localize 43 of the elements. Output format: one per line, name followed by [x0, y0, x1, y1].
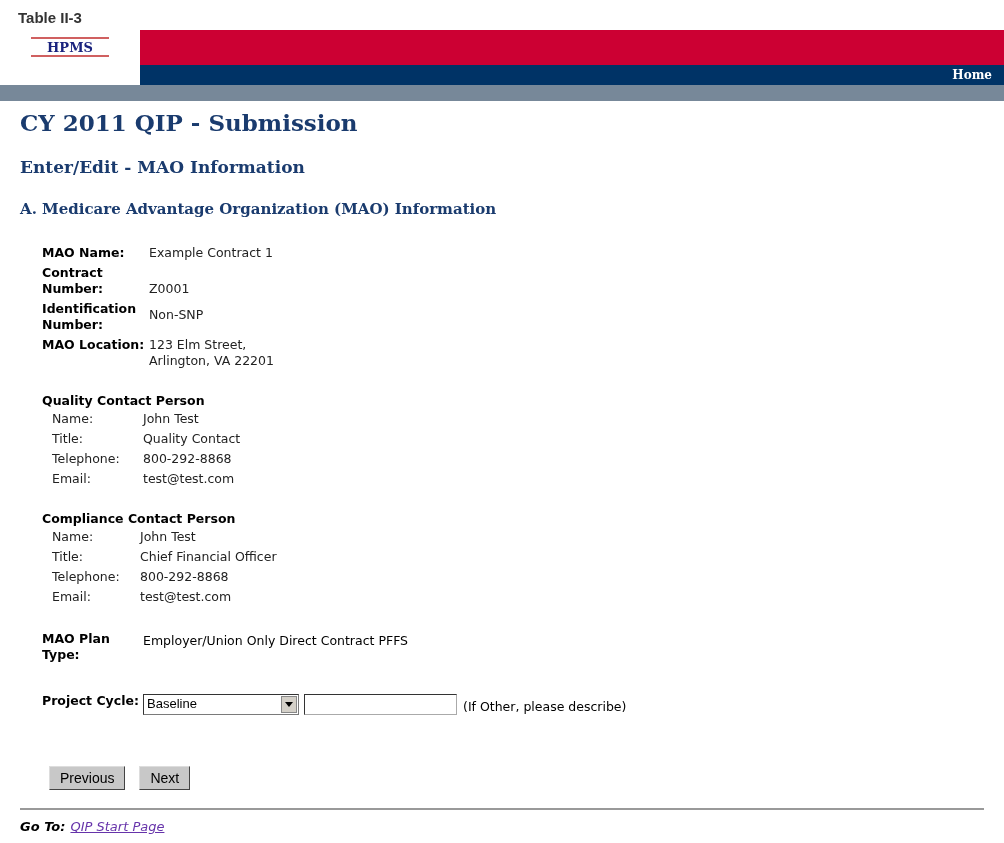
contact-value: test@test.com [143, 470, 235, 487]
field-label: Identification Number: [42, 300, 138, 333]
page-subtitle: Enter/Edit - MAO Information [20, 155, 305, 179]
home-link[interactable]: Home [952, 66, 992, 84]
contact-value: 800-292-8868 [143, 450, 232, 467]
contact-value: 800-292-8868 [140, 568, 229, 585]
contact-value: test@test.com [140, 588, 232, 605]
contact-label: Name: [52, 410, 95, 427]
contact-label: Title: [52, 548, 84, 565]
field-value: Z0001 [149, 280, 190, 297]
contact-value: John Test [140, 528, 196, 545]
contact-label: Email: [52, 588, 92, 605]
page-title: CY 2011 QIP - Submission [20, 108, 358, 138]
previous-button[interactable]: Previous [49, 766, 126, 791]
field-value: Employer/Union Only Direct Contract PFFS [143, 631, 409, 649]
field-label: Project Cycle: [42, 692, 140, 709]
contact-label: Name: [52, 528, 95, 545]
field-value: 123 Elm Street, [149, 336, 248, 353]
contact-label: Telephone: [52, 568, 121, 585]
field-value: Non-SNP [149, 306, 204, 323]
cycle-select[interactable]: Baseline [143, 693, 299, 715]
goto-label: Go To: [20, 818, 66, 837]
logo: HPMS [31, 37, 109, 57]
contact-label: Telephone: [52, 450, 121, 467]
contact-value: Quality Contact [143, 430, 241, 447]
field-label: MAO Name: [42, 244, 126, 261]
field-value: Arlington, VA 22201 [149, 352, 274, 369]
contact-value: Chief Financial Officer [140, 548, 277, 565]
field-label: MAO Location: [42, 336, 146, 353]
input-hint: (If Other, please describe) [463, 697, 627, 716]
field-label: MAO Plan Type: [42, 630, 111, 663]
contact-value: John Test [143, 410, 199, 427]
field-label: Contract Number: [42, 264, 104, 297]
describe-input[interactable] [304, 693, 457, 715]
contact-label: Email: [52, 470, 92, 487]
section-title: A. Medicare Advantage Organization (MAO) Information [20, 199, 497, 220]
caption: Table II-3 [17, 8, 82, 28]
next-button[interactable]: Next [139, 766, 191, 791]
start-page-link[interactable]: QIP Start Page [70, 817, 165, 837]
contact-heading: Compliance Contact Person [42, 510, 236, 527]
contact-heading: Quality Contact Person [42, 392, 205, 409]
field-value: Example Contract 1 [149, 244, 273, 261]
contact-label: Title: [52, 430, 84, 447]
